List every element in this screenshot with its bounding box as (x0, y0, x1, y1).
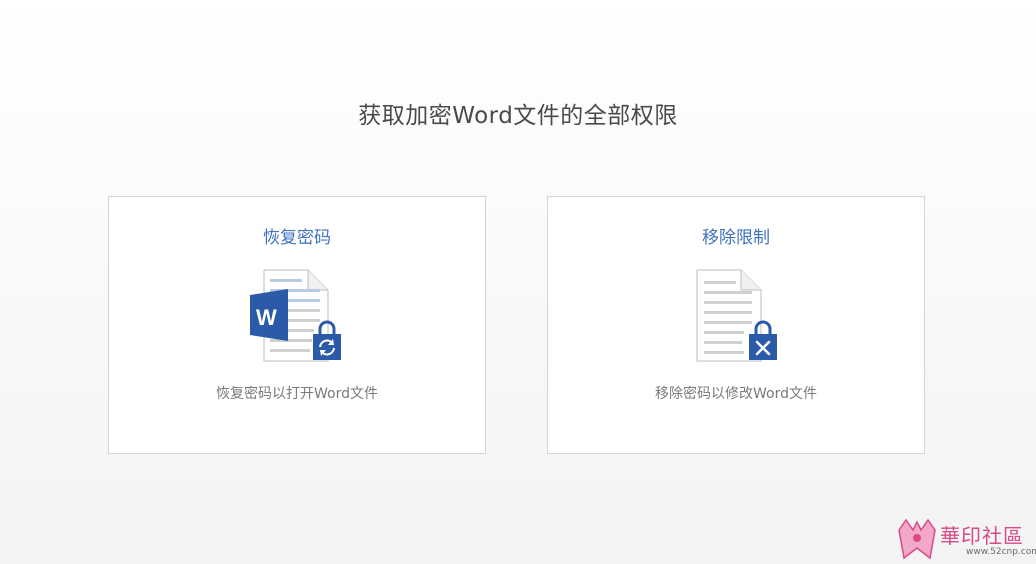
watermark-name: 華印社區 (940, 524, 1024, 548)
remove-restriction-card[interactable]: 移除限制 移除密码以修改Word文件 (547, 196, 925, 454)
watermark-url: www.52cnp.com (966, 547, 1036, 557)
svg-text:W: W (256, 305, 277, 330)
watermark: 華印社區 www.52cnp.com (896, 518, 1036, 562)
recover-password-card[interactable]: 恢复密码 W 恢复密码以打开Word文件 (108, 196, 486, 454)
document-lock-remove-icon (691, 267, 781, 367)
recover-password-description: 恢复密码以打开Word文件 (216, 386, 378, 402)
watermark-logo-icon (898, 518, 936, 560)
word-document-lock-refresh-icon: W (244, 267, 350, 367)
page-title: 获取加密Word文件的全部权限 (358, 103, 678, 129)
recover-password-title: 恢复密码 (263, 228, 331, 248)
remove-restriction-description: 移除密码以修改Word文件 (655, 386, 817, 402)
remove-restriction-title: 移除限制 (702, 228, 770, 248)
